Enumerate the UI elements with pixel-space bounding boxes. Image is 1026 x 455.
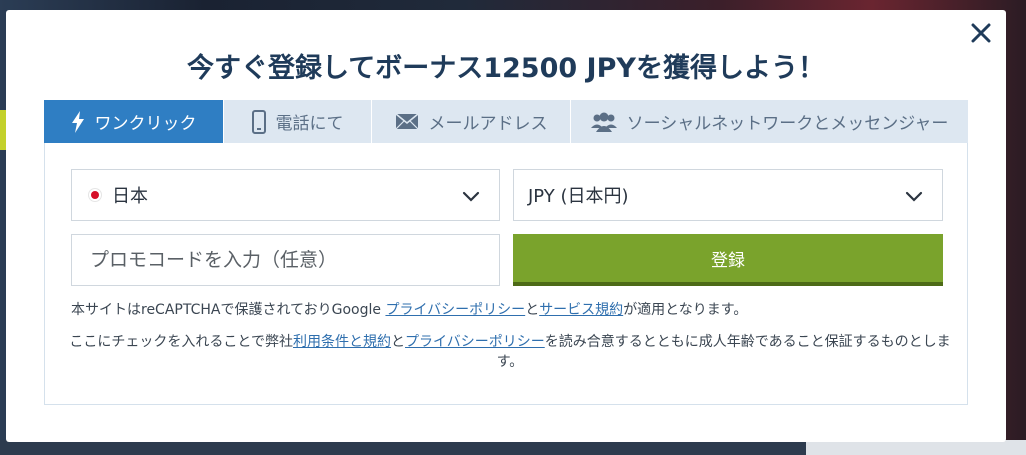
- tab-email[interactable]: メールアドレス: [372, 100, 571, 143]
- recaptcha-note: 本サイトはreCAPTCHAで保護されておりGoogle プライバシーポリシーと…: [71, 300, 951, 320]
- recaptcha-note-text: 本サイトはreCAPTCHAで保護されておりGoogle: [71, 302, 386, 318]
- close-x-icon: [971, 23, 991, 43]
- currency-value: JPY (日本円): [528, 186, 629, 207]
- chevron-down-icon: [462, 191, 480, 202]
- tab-social[interactable]: ソーシャルネットワークとメッセンジャー: [571, 100, 968, 143]
- register-button[interactable]: 登録: [513, 234, 943, 286]
- registration-form: 日本 JPY (日本円) 登録 本サイトはreCAPTCHAで保護されておりGo…: [44, 143, 968, 405]
- tab-label: ソーシャルネットワークとメッセンジャー: [626, 114, 949, 134]
- currency-select[interactable]: JPY (日本円): [513, 169, 943, 221]
- registration-modal: 今すぐ登録してボーナス12500 JPYを獲得しよう！ ワンクリック 電話にて …: [6, 10, 1006, 442]
- terms-conditions-link[interactable]: 利用条件と規約: [293, 334, 391, 350]
- smartphone-icon: [251, 109, 266, 134]
- google-privacy-link[interactable]: プライバシーポリシー: [385, 302, 525, 318]
- envelope-icon: [394, 113, 419, 130]
- tab-label: 電話にて: [275, 114, 344, 134]
- consent-text-part: と: [391, 334, 405, 350]
- modal-title: 今すぐ登録してボーナス12500 JPYを獲得しよう！: [187, 53, 825, 84]
- lightning-icon: [71, 110, 84, 133]
- country-select[interactable]: 日本: [71, 169, 500, 221]
- consent-text: ここにチェックを入れることで弊社利用条件と規約とプライバシーポリシーを読み合意す…: [65, 332, 955, 372]
- consent-text-part: を読み合意するとともに成人年齢であること保証するものとします。: [496, 334, 951, 370]
- google-terms-link[interactable]: サービス規約: [539, 302, 623, 318]
- recaptcha-note-text: が適用となります。: [623, 302, 748, 318]
- close-button[interactable]: [968, 20, 994, 46]
- tab-label: ワンクリック: [94, 114, 197, 134]
- privacy-policy-link[interactable]: プライバシーポリシー: [405, 334, 545, 350]
- promo-code-input[interactable]: [71, 234, 500, 286]
- background-footer-light: [806, 440, 1026, 455]
- tab-label: メールアドレス: [428, 114, 548, 134]
- consent-text-part: ここにチェックを入れることで弊社: [69, 334, 293, 350]
- users-icon: [590, 112, 617, 132]
- country-value: 日本: [112, 186, 148, 207]
- registration-tabs: ワンクリック 電話にて メールアドレス ソーシャルネットワークとメッセンジャー: [44, 100, 968, 143]
- japan-flag-icon: [88, 188, 102, 202]
- tab-one-click[interactable]: ワンクリック: [44, 100, 224, 143]
- tab-phone[interactable]: 電話にて: [224, 100, 372, 143]
- recaptcha-note-text: と: [525, 302, 540, 318]
- chevron-down-icon: [905, 191, 923, 202]
